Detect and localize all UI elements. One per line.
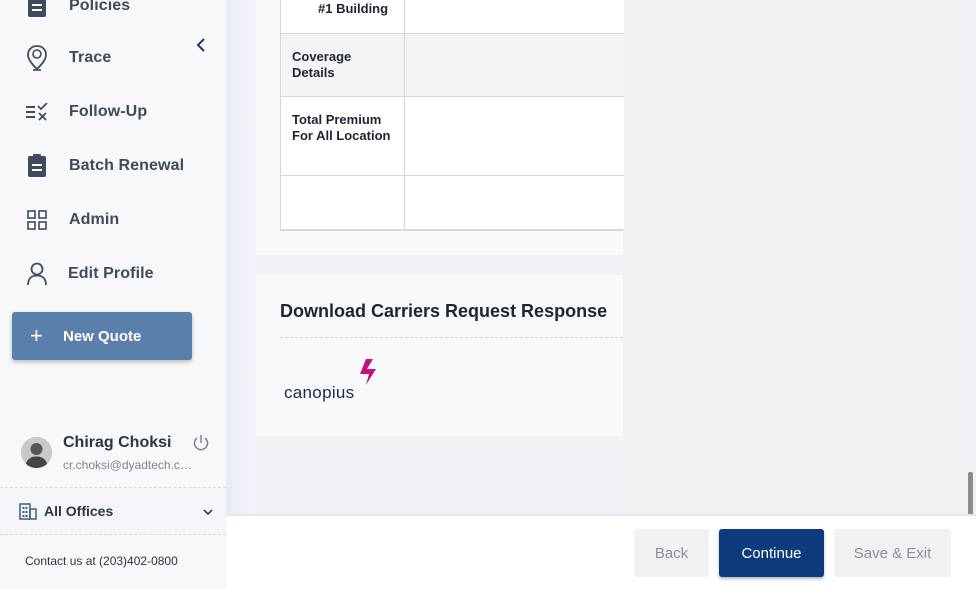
sidebar-item-label: Admin [69,211,120,228]
download-title: Download Carriers Request Response [280,301,608,321]
collapse-sidebar-button[interactable] [191,34,211,56]
table-row-label [281,176,405,229]
location-pin-icon [24,45,50,71]
sidebar-item-label: Policies [69,0,131,14]
continue-button[interactable]: Continue [719,529,824,577]
sidebar-item-label: Follow-Up [69,103,148,120]
sidebar: Policies Trace Follow-Up Batch Renewal A… [0,0,226,589]
footer-actions: Back Continue Save & Exit [226,514,976,589]
sidebar-item-label: Edit Profile [68,265,154,282]
chevron-left-icon [196,38,205,52]
divider [0,534,226,535]
table-row-label: #1 Building [281,0,405,33]
save-exit-button[interactable]: Save & Exit [834,529,951,577]
table-row-label: Coverage Details [281,34,405,96]
canopius-logo[interactable]: canopius [284,357,394,403]
content-gutter [226,0,256,589]
clipboard-icon [24,0,50,19]
user-profile: Chirag Choksi cr.choksi@dyadtech.com [0,425,226,487]
new-quote-button[interactable]: + New Quote [12,312,192,360]
plus-icon: + [30,323,43,348]
sidebar-item-policies[interactable]: Policies [0,0,226,26]
sidebar-item-label: Batch Renewal [69,157,185,174]
sidebar-item-admin[interactable]: Admin [0,200,226,240]
user-email: cr.choksi@dyadtech.com [63,458,195,472]
logout-button[interactable] [192,434,210,452]
power-icon [193,435,209,451]
right-panel [623,0,948,514]
user-icon [24,261,50,287]
table-cell [405,97,624,175]
canopius-mark-icon [360,359,376,385]
avatar [21,437,52,468]
table-row-label: Total Premium For All Location [281,97,405,175]
user-name: Chirag Choksi [63,434,172,451]
sidebar-item-follow-up[interactable]: Follow-Up [0,92,226,132]
download-card: Download Carriers Request Response canop… [256,275,623,436]
table-row: #1 Building [281,0,624,33]
table-row: Total Premium For All Location [281,96,624,175]
table-row [281,175,624,229]
carrier-name: canopius [284,383,355,402]
table-row: Coverage Details [281,33,624,96]
office-selector[interactable]: All Offices [0,488,226,534]
table-cell [405,34,624,96]
list-check-icon [24,99,50,125]
table-cell [405,0,624,33]
premium-table-card: #1 Building Coverage Details Total Premi… [256,0,624,255]
new-quote-label: New Quote [63,327,142,345]
sidebar-item-edit-profile[interactable]: Edit Profile [0,254,226,294]
contact-info: Contact us at (203)402-0800 [25,554,178,568]
premium-table: #1 Building Coverage Details Total Premi… [280,0,624,231]
back-button[interactable]: Back [634,529,709,577]
sidebar-item-label: Trace [69,49,112,66]
divider [280,337,623,338]
chevron-down-icon [201,505,215,519]
clipboard-icon [24,153,50,179]
building-icon [19,502,37,520]
table-cell [405,176,624,229]
office-selector-label: All Offices [44,503,114,519]
grid-icon [24,207,50,233]
sidebar-item-batch-renewal[interactable]: Batch Renewal [0,146,226,186]
